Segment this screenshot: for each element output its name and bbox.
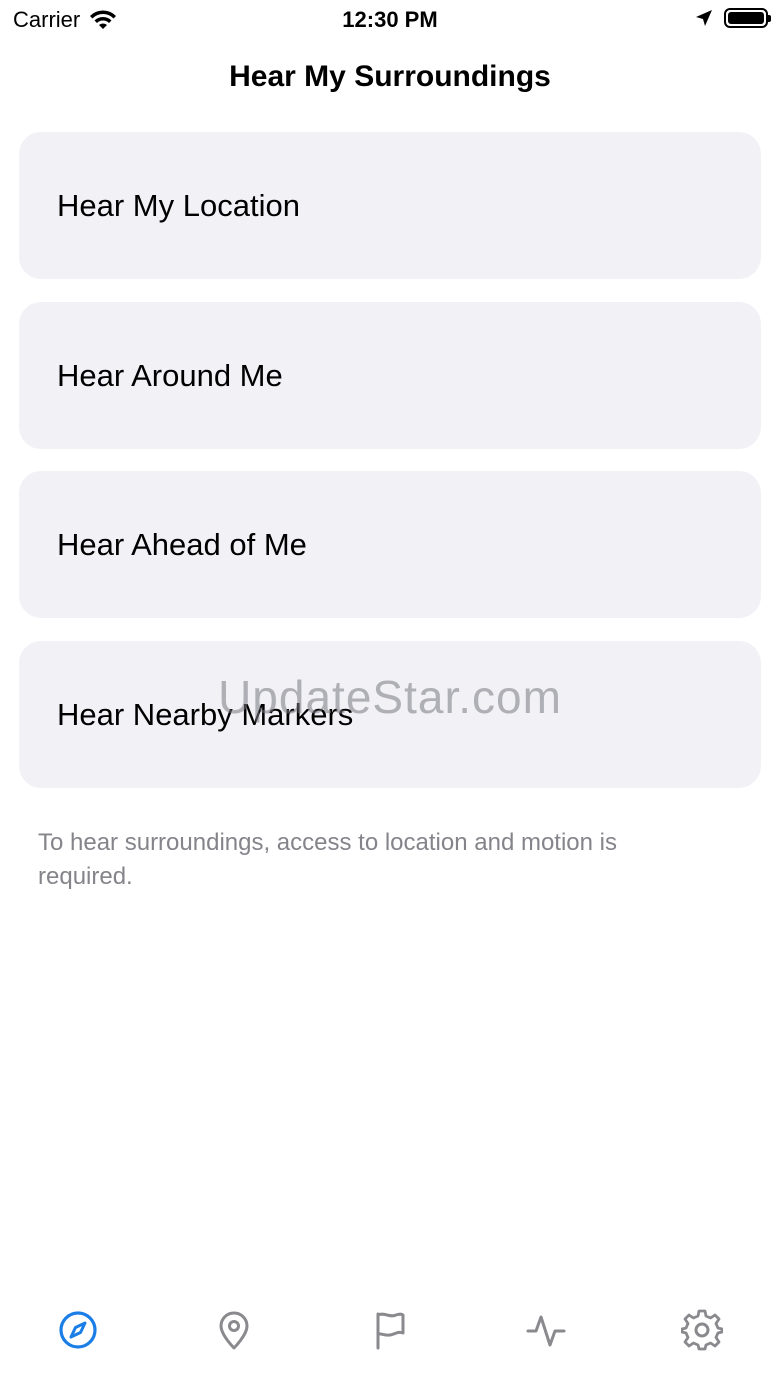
compass-icon bbox=[59, 1311, 97, 1349]
tab-bar bbox=[0, 1287, 780, 1387]
tab-activity[interactable] bbox=[506, 1305, 586, 1355]
tab-markers[interactable] bbox=[350, 1305, 430, 1355]
hear-my-location-label: Hear My Location bbox=[57, 187, 300, 223]
tab-home[interactable] bbox=[38, 1305, 118, 1355]
hear-ahead-of-me-button[interactable]: Hear Ahead of Me bbox=[19, 471, 761, 618]
hear-ahead-of-me-label: Hear Ahead of Me bbox=[57, 526, 307, 562]
hear-around-me-label: Hear Around Me bbox=[57, 357, 283, 393]
location-arrow-icon bbox=[696, 10, 712, 26]
status-time: 12:30 PM bbox=[342, 7, 438, 32]
gear-icon bbox=[681, 1309, 723, 1351]
hear-my-location-button[interactable]: Hear My Location bbox=[19, 132, 761, 279]
hear-around-me-button[interactable]: Hear Around Me bbox=[19, 302, 761, 449]
page-title: Hear My Surroundings bbox=[229, 60, 551, 93]
tab-places[interactable] bbox=[194, 1305, 274, 1355]
tab-settings[interactable] bbox=[662, 1305, 742, 1355]
status-bar: Carrier 12:30 PM bbox=[0, 0, 780, 40]
flag-icon bbox=[376, 1312, 405, 1350]
hear-nearby-markers-label: Hear Nearby Markers bbox=[57, 696, 354, 732]
map-pin-icon bbox=[219, 1311, 249, 1350]
permission-note: To hear surroundings, access to location… bbox=[38, 829, 617, 890]
battery-icon bbox=[724, 8, 771, 28]
status-right-icons bbox=[694, 8, 771, 28]
hear-nearby-markers-button[interactable]: Hear Nearby Markers bbox=[19, 641, 761, 788]
activity-icon bbox=[526, 1315, 566, 1347]
